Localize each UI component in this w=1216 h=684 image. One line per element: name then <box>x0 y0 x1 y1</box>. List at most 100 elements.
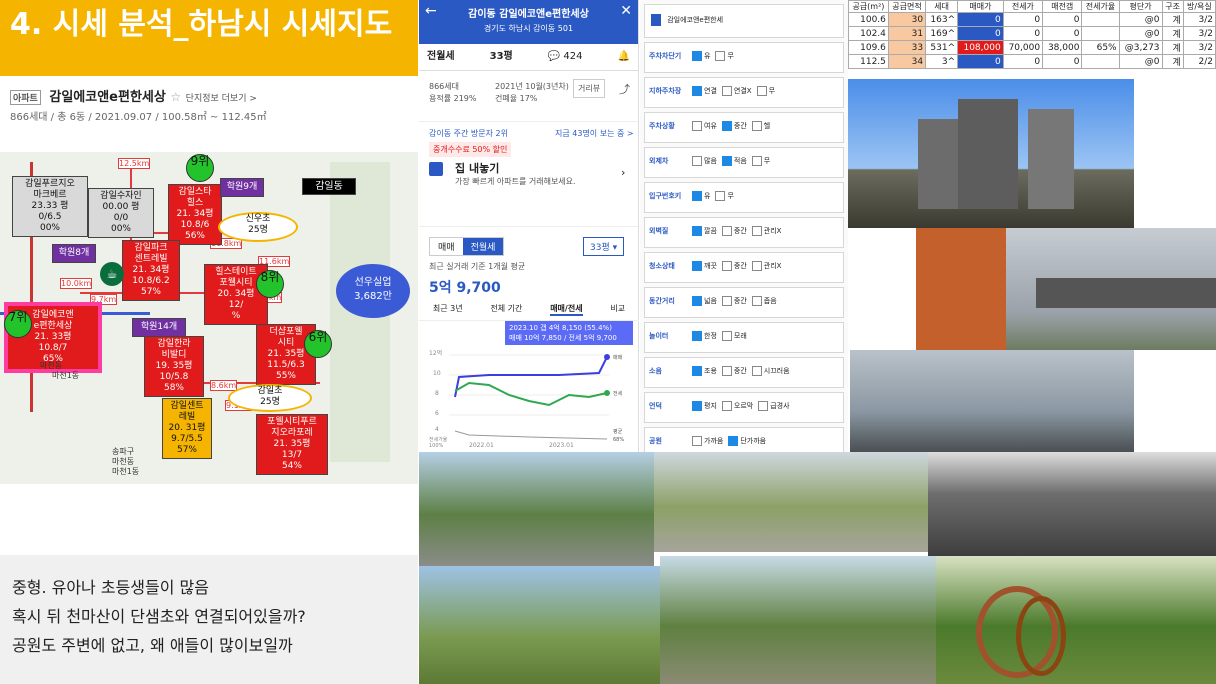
bell-icon[interactable]: 🔔 <box>618 44 630 70</box>
note-line: 혹시 뒤 천마산이 단샘초와 연결되어있을까? <box>12 607 306 626</box>
map-box-prugio-laforet[interactable]: 포웰시티푸르 지오라포레 21. 35평 13/7 54% <box>256 414 328 475</box>
checklist-label: 입구번호키 <box>649 192 682 200</box>
map-box-hillstate-powell[interactable]: 힐스테이트 포웰시티 20. 34평 12/% <box>204 264 268 325</box>
table-cell: 0 <box>1002 54 1044 69</box>
checkbox[interactable] <box>721 331 732 341</box>
map-box-thesharp-powell[interactable]: 더샵포웰 시티 21. 35평 11.5/6.3 55% <box>256 324 316 385</box>
seg-sale[interactable]: 매매 <box>430 238 463 255</box>
checkbox[interactable] <box>721 156 732 166</box>
checkbox[interactable] <box>692 121 702 131</box>
checklist-label: 놀이터 <box>649 332 669 340</box>
checkbox[interactable] <box>751 156 762 166</box>
checkbox[interactable] <box>751 121 762 131</box>
complex-name[interactable]: 감일에코앤e편한세상 <box>49 90 165 105</box>
checkbox[interactable] <box>758 401 769 411</box>
checkbox[interactable] <box>692 296 702 306</box>
svg-text:68%: 68% <box>613 437 624 443</box>
chart-size-select[interactable]: 33평 ▾ <box>583 237 625 256</box>
table-cell: @0 <box>1118 12 1163 27</box>
chevron-right-icon[interactable]: › <box>621 166 625 179</box>
checkbox[interactable] <box>692 86 702 96</box>
checkbox[interactable] <box>715 191 726 201</box>
checkbox-label: 헬 <box>763 122 771 130</box>
seg-rent[interactable]: 전월세 <box>462 238 504 255</box>
table-row: 109.6 33 531^ 108,000 70,000 38,000 65% @3,273 계… <box>848 40 1216 55</box>
checkbox-label: 무 <box>727 52 734 60</box>
checkbox[interactable] <box>751 296 762 306</box>
comment-count[interactable]: 💬 424 <box>548 44 583 70</box>
checkbox[interactable] <box>721 86 732 96</box>
map-box-park-centreville[interactable]: 감일파크 센트레빌 21. 34평 10.8/6.2 57% <box>122 240 180 301</box>
checkbox[interactable] <box>756 86 767 96</box>
checkbox[interactable] <box>721 296 732 306</box>
svg-text:4: 4 <box>435 426 439 433</box>
period-tab[interactable]: 최근 3년 <box>433 303 463 316</box>
table-cell: 0 <box>957 26 1004 41</box>
table-header: 세대 <box>925 0 959 13</box>
size-dropdown[interactable]: 33평 <box>490 44 513 70</box>
table-cell: 계 <box>1161 26 1184 41</box>
checkbox-label: 평지 <box>704 402 717 410</box>
map-box-gurgio[interactable]: 감일푸르지오 마크베르 23.33 평 0/6.5 00% <box>12 176 88 237</box>
price-table: 공급(m²) 공급면적 세대 매매가 전세가 매전갭 전세가율 평단가 구조 방/욕실 100.6… <box>848 0 1216 69</box>
complex-info-link[interactable]: 단지정보 더보기 > <box>186 94 257 104</box>
checkbox[interactable] <box>728 436 739 446</box>
map-box-halla-vivaldi[interactable]: 감일한라 비발디 19. 35평 10/5.8 58% <box>144 336 204 397</box>
favorite-star-icon[interactable]: ☆ <box>170 90 181 104</box>
search-row[interactable]: 감일에코앤e편한세 <box>644 4 844 38</box>
map-box-sujain[interactable]: 감일수자인 00.00 평 0/0 00% <box>88 188 154 238</box>
checkbox[interactable] <box>692 436 702 446</box>
rank-marker: 7위 <box>4 310 32 338</box>
table-cell: 100.6 <box>848 12 889 27</box>
deal-type-dropdown[interactable]: 전월세 <box>427 44 455 70</box>
deal-segment[interactable]: 매매 전월세 <box>429 237 505 256</box>
ratio: 용적률 219% <box>429 94 477 103</box>
period-tab[interactable]: 비교 <box>610 303 625 316</box>
checkbox[interactable] <box>721 226 732 236</box>
checkbox[interactable] <box>692 51 702 61</box>
checkbox[interactable] <box>692 366 702 376</box>
svg-text:2022.01: 2022.01 <box>469 442 494 449</box>
checkbox[interactable] <box>751 261 762 271</box>
viewers[interactable]: 지금 43명이 보는 중 > <box>555 128 634 139</box>
sell-title[interactable]: 집 내놓기 <box>455 160 499 176</box>
checkbox-label: 유 <box>704 52 711 60</box>
price-map[interactable]: 12.5km 11.8km 10.0km 9.7km 11.4km 11.6km… <box>0 152 418 484</box>
checkbox-label: 중간 <box>733 122 747 130</box>
checkbox[interactable] <box>692 401 702 411</box>
investment-bubble: 선우실업 3,682만 <box>336 264 410 318</box>
period-tab[interactable]: 전체 기간 <box>490 303 522 316</box>
checkbox[interactable] <box>721 261 732 271</box>
street-view-button[interactable]: 거리뷰 <box>573 79 606 98</box>
price-trend-chart[interactable]: 12억 10 8 6 4 전세가율 100% 2022.01 2023.01 매… <box>429 345 635 449</box>
share-icon[interactable]: ⤴ <box>619 81 630 97</box>
checklist-row: 청소상태 깨끗 중간 관리X <box>644 252 844 283</box>
checklist-row: 소음 조용 중간 시끄러움 <box>644 357 844 388</box>
checkbox[interactable] <box>692 191 702 201</box>
checkbox[interactable] <box>692 331 702 341</box>
period-tab[interactable]: 매매/전세 <box>550 303 583 316</box>
close-icon[interactable]: ✕ <box>620 3 632 19</box>
app-address: 경기도 하남시 감이동 501 <box>483 24 574 33</box>
checkbox[interactable] <box>751 366 762 376</box>
checkbox[interactable] <box>721 401 732 411</box>
checkbox[interactable] <box>692 261 702 271</box>
checkbox[interactable] <box>692 226 702 236</box>
checkbox[interactable] <box>751 226 762 236</box>
checkbox[interactable] <box>721 121 732 131</box>
note-line: 중형. 유아나 초등생들이 많음 <box>12 578 209 597</box>
table-cell: 34 <box>887 54 927 69</box>
checkbox-label: 넓음 <box>704 297 717 305</box>
checkbox[interactable] <box>715 51 726 61</box>
map-box-centreville[interactable]: 감일센트 레빌 20. 31평 9.7/5.5 57% <box>162 398 212 459</box>
search-input[interactable]: 감일에코앤e편한세 <box>667 16 723 24</box>
back-arrow-icon[interactable]: ← <box>425 3 437 19</box>
chart-tooltip: 2023.10 갭 4억 8,150 (55.4%) 매매 10억 7,850 /… <box>505 321 633 345</box>
checkbox[interactable] <box>692 156 702 166</box>
checklist-label: 외벽질 <box>649 227 669 235</box>
table-cell: 2/2 <box>1182 54 1216 69</box>
checkbox[interactable] <box>721 366 732 376</box>
map-box-starhills[interactable]: 감일스타 힐스 21. 34평 10.8/6 56% <box>168 184 222 245</box>
checklist-label: 주차상황 <box>649 122 675 130</box>
table-cell: 0 <box>957 12 1004 27</box>
